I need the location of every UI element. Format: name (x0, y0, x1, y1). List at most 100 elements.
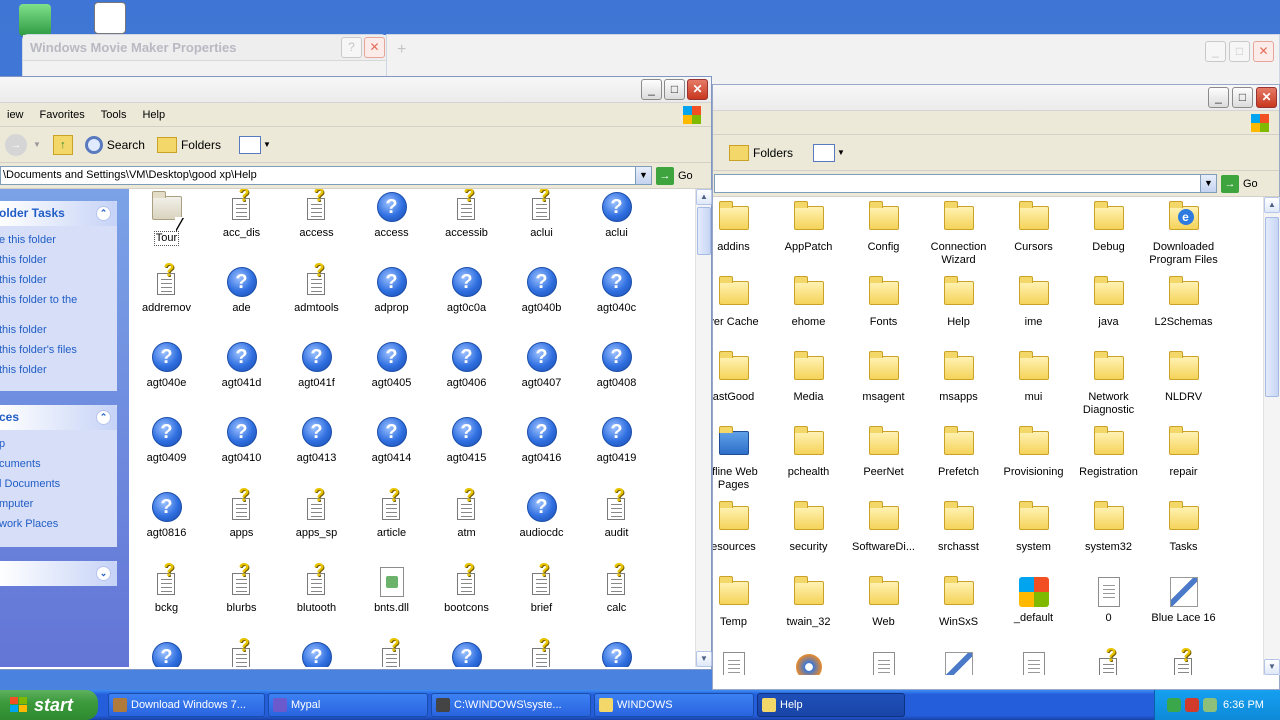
taskbar-button[interactable]: Mypal (268, 693, 428, 717)
file-item[interactable]: bnts.dll (354, 567, 429, 615)
file-item[interactable]: pchealth (771, 426, 846, 479)
file-item[interactable]: ? bootcons (429, 561, 504, 615)
file-item[interactable]: Temp (713, 576, 771, 629)
close-button[interactable]: ✕ (687, 79, 708, 100)
file-item[interactable] (921, 652, 996, 675)
file-item[interactable]: ? calc (579, 561, 654, 615)
scroll-up-button[interactable]: ▲ (1264, 197, 1280, 213)
taskbar-button[interactable]: Help (757, 693, 905, 717)
file-item[interactable]: 0 (1071, 577, 1146, 625)
task-link[interactable]: work Places (0, 514, 117, 534)
file-item[interactable]: ? agt0413 (279, 417, 354, 465)
file-item[interactable]: srchasst (921, 501, 996, 554)
go-button[interactable]: → Go (1221, 174, 1258, 193)
file-item[interactable]: ? audit (579, 486, 654, 540)
taskbar-button[interactable]: C:\WINDOWS\syste... (431, 693, 591, 717)
file-item[interactable]: ? adprop (354, 267, 429, 315)
search-button[interactable]: Search (79, 130, 151, 160)
scroll-down-button[interactable]: ▼ (1264, 659, 1280, 675)
go-button[interactable]: → Go (656, 166, 693, 185)
file-item[interactable]: ? atm (429, 486, 504, 540)
file-item[interactable]: repair (1146, 426, 1221, 479)
close-button[interactable]: ✕ (1253, 41, 1274, 62)
folders-button[interactable]: Folders (151, 130, 227, 160)
file-item[interactable]: ehome (771, 276, 846, 329)
file-item[interactable]: ? agt0410 (204, 417, 279, 465)
file-item[interactable]: ? (279, 642, 354, 667)
file-item[interactable]: ? agt0408 (579, 342, 654, 390)
file-item[interactable]: ? blutooth (279, 561, 354, 615)
address-input[interactable]: ▼ (714, 174, 1217, 193)
minimize-button[interactable]: _ (1205, 41, 1226, 62)
file-item[interactable]: L2Schemas (1146, 276, 1221, 329)
up-folder-button[interactable]: ↑ (47, 130, 79, 160)
file-item[interactable]: Config (846, 201, 921, 254)
file-item[interactable] (771, 652, 846, 675)
details-header[interactable]: ⌄ (0, 561, 117, 586)
file-item[interactable]: ? (504, 636, 579, 667)
file-item[interactable]: Help (921, 276, 996, 329)
file-item[interactable]: ? (579, 642, 654, 667)
file-item[interactable]: ? access (354, 192, 429, 240)
file-item[interactable]: ? (429, 642, 504, 667)
minimize-button[interactable]: _ (1208, 87, 1229, 108)
file-item[interactable]: Fonts (846, 276, 921, 329)
file-item[interactable]: ? agt0409 (129, 417, 204, 465)
file-item[interactable]: ? brief (504, 561, 579, 615)
other-places-header[interactable]: ces ⌃ (0, 405, 117, 430)
file-item[interactable]: ime (996, 276, 1071, 329)
start-button[interactable]: start (0, 690, 98, 720)
file-item[interactable]: ? aclui (579, 192, 654, 240)
menu-item-view[interactable]: iew (0, 109, 32, 121)
maximize-button[interactable]: □ (664, 79, 685, 100)
file-item[interactable]: mui (996, 351, 1071, 404)
maximize-button[interactable]: □ (1232, 87, 1253, 108)
file-item[interactable]: ? agt0816 (129, 492, 204, 540)
task-link[interactable]: mputer (0, 494, 117, 514)
file-item[interactable]: ? agt040c (579, 267, 654, 315)
maximize-button[interactable]: □ (1229, 41, 1250, 62)
help-button[interactable]: ? (341, 37, 362, 58)
task-link[interactable]: this folder (0, 320, 117, 340)
address-input[interactable]: \Documents and Settings\VM\Desktop\good … (0, 166, 652, 185)
file-item[interactable]: WinSxS (921, 576, 996, 629)
taskbar-button[interactable]: Download Windows 7... (108, 693, 265, 717)
file-item[interactable]: ? agt0c0a (429, 267, 504, 315)
file-item[interactable]: Debug (1071, 201, 1146, 254)
task-link[interactable]: p (0, 434, 117, 454)
file-item[interactable]: system32 (1071, 501, 1146, 554)
views-button[interactable]: ▼ (233, 130, 277, 160)
task-link[interactable]: cuments (0, 454, 117, 474)
vertical-scrollbar[interactable]: ▲ ▼ (695, 189, 712, 667)
task-link[interactable]: this folder (0, 250, 117, 270)
file-item[interactable]: ? acc_dis (204, 189, 279, 240)
file-item[interactable]: msagent (846, 351, 921, 404)
collapse-icon[interactable]: ⌃ (96, 410, 111, 425)
security-shield-icon[interactable] (1185, 698, 1199, 712)
file-item[interactable]: ? agt0406 (429, 342, 504, 390)
address-dropdown-button[interactable]: ▼ (635, 167, 651, 184)
collapse-icon[interactable]: ⌃ (96, 206, 111, 221)
file-item[interactable]: Media (771, 351, 846, 404)
file-item[interactable]: astGood (713, 351, 771, 404)
file-item[interactable]: ? agt0405 (354, 342, 429, 390)
file-item[interactable]: Prefetch (921, 426, 996, 479)
folder-tasks-header[interactable]: older Tasks ⌃ (0, 201, 117, 226)
file-item[interactable]: ? agt0419 (579, 417, 654, 465)
file-item[interactable]: ? agt040b (504, 267, 579, 315)
address-dropdown-button[interactable]: ▼ (1200, 175, 1216, 192)
views-button[interactable]: ▼ (807, 138, 851, 168)
minimize-button[interactable]: _ (641, 79, 662, 100)
file-item[interactable]: ? accessib (429, 189, 504, 240)
file-item[interactable]: java (1071, 276, 1146, 329)
close-button[interactable]: ✕ (364, 37, 385, 58)
close-button[interactable]: ✕ (1256, 87, 1277, 108)
file-item[interactable]: e Downloaded Program Files (1146, 201, 1221, 267)
menu-item-help[interactable]: Help (134, 109, 173, 121)
file-item[interactable]: ? (1071, 646, 1146, 675)
file-item[interactable]: Web (846, 576, 921, 629)
file-item[interactable]: ? ade (204, 267, 279, 315)
file-item[interactable]: esources (713, 501, 771, 554)
file-item[interactable]: twain_32 (771, 576, 846, 629)
file-item[interactable]: ? agt0415 (429, 417, 504, 465)
